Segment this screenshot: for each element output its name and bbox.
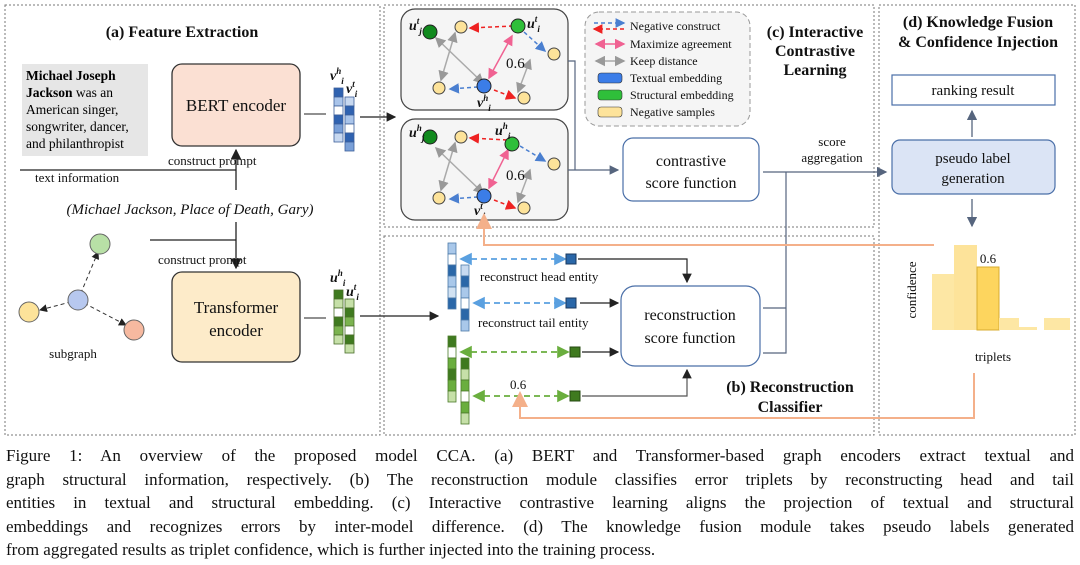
- u-i-t-label: uti: [346, 282, 359, 302]
- caption-line: from aggregated results as triplet confi…: [6, 540, 656, 559]
- reconstruction-vectors: [447, 242, 470, 425]
- triplets-axis-label: triplets: [975, 349, 1011, 364]
- ranking-result-label: ranking result: [932, 83, 1016, 99]
- panel-d-title-1: (d) Knowledge Fusion: [903, 14, 1053, 31]
- legend-structural-embedding: Structural embedding: [630, 88, 734, 102]
- panel-b-value: 0.6: [510, 377, 527, 392]
- panel-b-title-2: Classifier: [758, 399, 823, 416]
- score-aggregation-label-2: aggregation: [801, 150, 863, 165]
- contrastive-score-label-2: score function: [645, 175, 736, 192]
- score-aggregation-label-1: score: [818, 134, 846, 149]
- bar-value-label: 0.6: [980, 251, 997, 266]
- contrastive-score-label-1: contrastive: [656, 153, 726, 170]
- graph-bottom-value: 0.6: [506, 168, 525, 184]
- legend-textual-embedding: Textual embedding: [630, 71, 722, 85]
- transformer-label-2: encoder: [209, 321, 263, 340]
- bert-encoder-label: BERT encoder: [186, 96, 287, 115]
- reconstruction-score-label-2: score function: [644, 330, 735, 347]
- reconstruct-head-label: reconstruct head entity: [480, 269, 599, 284]
- caption-line: embeddings and recognizes errors by inte…: [6, 516, 1074, 536]
- confidence-bars: [932, 245, 1070, 331]
- reconstruction-score-label-1: reconstruction: [644, 307, 736, 324]
- graph-top-value: 0.6: [506, 56, 525, 72]
- panel-d-frame: [878, 4, 1076, 436]
- triple-text: (Michael Jackson, Place of Death, Gary): [67, 202, 314, 218]
- construct-prompt-bottom: construct prompt: [158, 252, 247, 267]
- text-information-box: Michael Joseph Jackson was an American s…: [22, 64, 148, 156]
- panel-c-title-3: Learning: [783, 62, 846, 79]
- pseudo-label-1: pseudo label: [935, 151, 1010, 167]
- caption-line: graph structural information, respective…: [6, 469, 1074, 489]
- figure-caption: Figure 1: An overview of the proposed mo…: [6, 444, 1074, 562]
- contrastive-graph-top: utj uti vhi: [400, 8, 569, 113]
- text-information-label: text information: [35, 170, 120, 185]
- subgraph-graphic: [18, 233, 145, 341]
- reconstruct-tail-label: reconstruct tail entity: [478, 315, 589, 330]
- u-i-h-label: uhi: [330, 268, 346, 288]
- reconstruction-score-box: [620, 285, 761, 367]
- pseudo-label-2: generation: [941, 171, 1005, 187]
- panel-d-title-2: & Confidence Injection: [898, 34, 1058, 51]
- legend-negative-construct: Negative construct: [630, 19, 721, 33]
- panel-a-title: (a) Feature Extraction: [106, 24, 259, 41]
- legend-negative-samples: Negative samples: [630, 105, 715, 119]
- contrastive-graph-bottom: uhj uhi vti: [400, 118, 569, 221]
- confidence-axis-label: confidence: [904, 261, 919, 318]
- panel-c-title-2: Contrastive: [775, 43, 855, 60]
- transformer-encoder-box: [171, 271, 301, 363]
- construct-prompt-top: construct prompt: [168, 153, 257, 168]
- model-diagram: (a) Feature Extraction BERT encoder Tran…: [4, 4, 1076, 436]
- caption-line: Figure 1: An overview of the proposed mo…: [6, 446, 1074, 465]
- legend-keep-distance: Keep distance: [630, 54, 698, 68]
- v-i-h-label: vhi: [330, 66, 344, 86]
- legend-maximize-agreement: Maximize agreement: [630, 37, 732, 51]
- transformer-label-1: Transformer: [194, 298, 279, 317]
- textual-vectors: [333, 87, 355, 152]
- panel-c-title-1: (c) Interactive: [767, 24, 863, 41]
- subgraph-label: subgraph: [49, 346, 97, 361]
- caption-line: entities in textual and structural embed…: [6, 493, 1074, 512]
- panel-b-title-1: (b) Reconstruction: [726, 379, 854, 396]
- v-i-t-label: vti: [346, 79, 358, 99]
